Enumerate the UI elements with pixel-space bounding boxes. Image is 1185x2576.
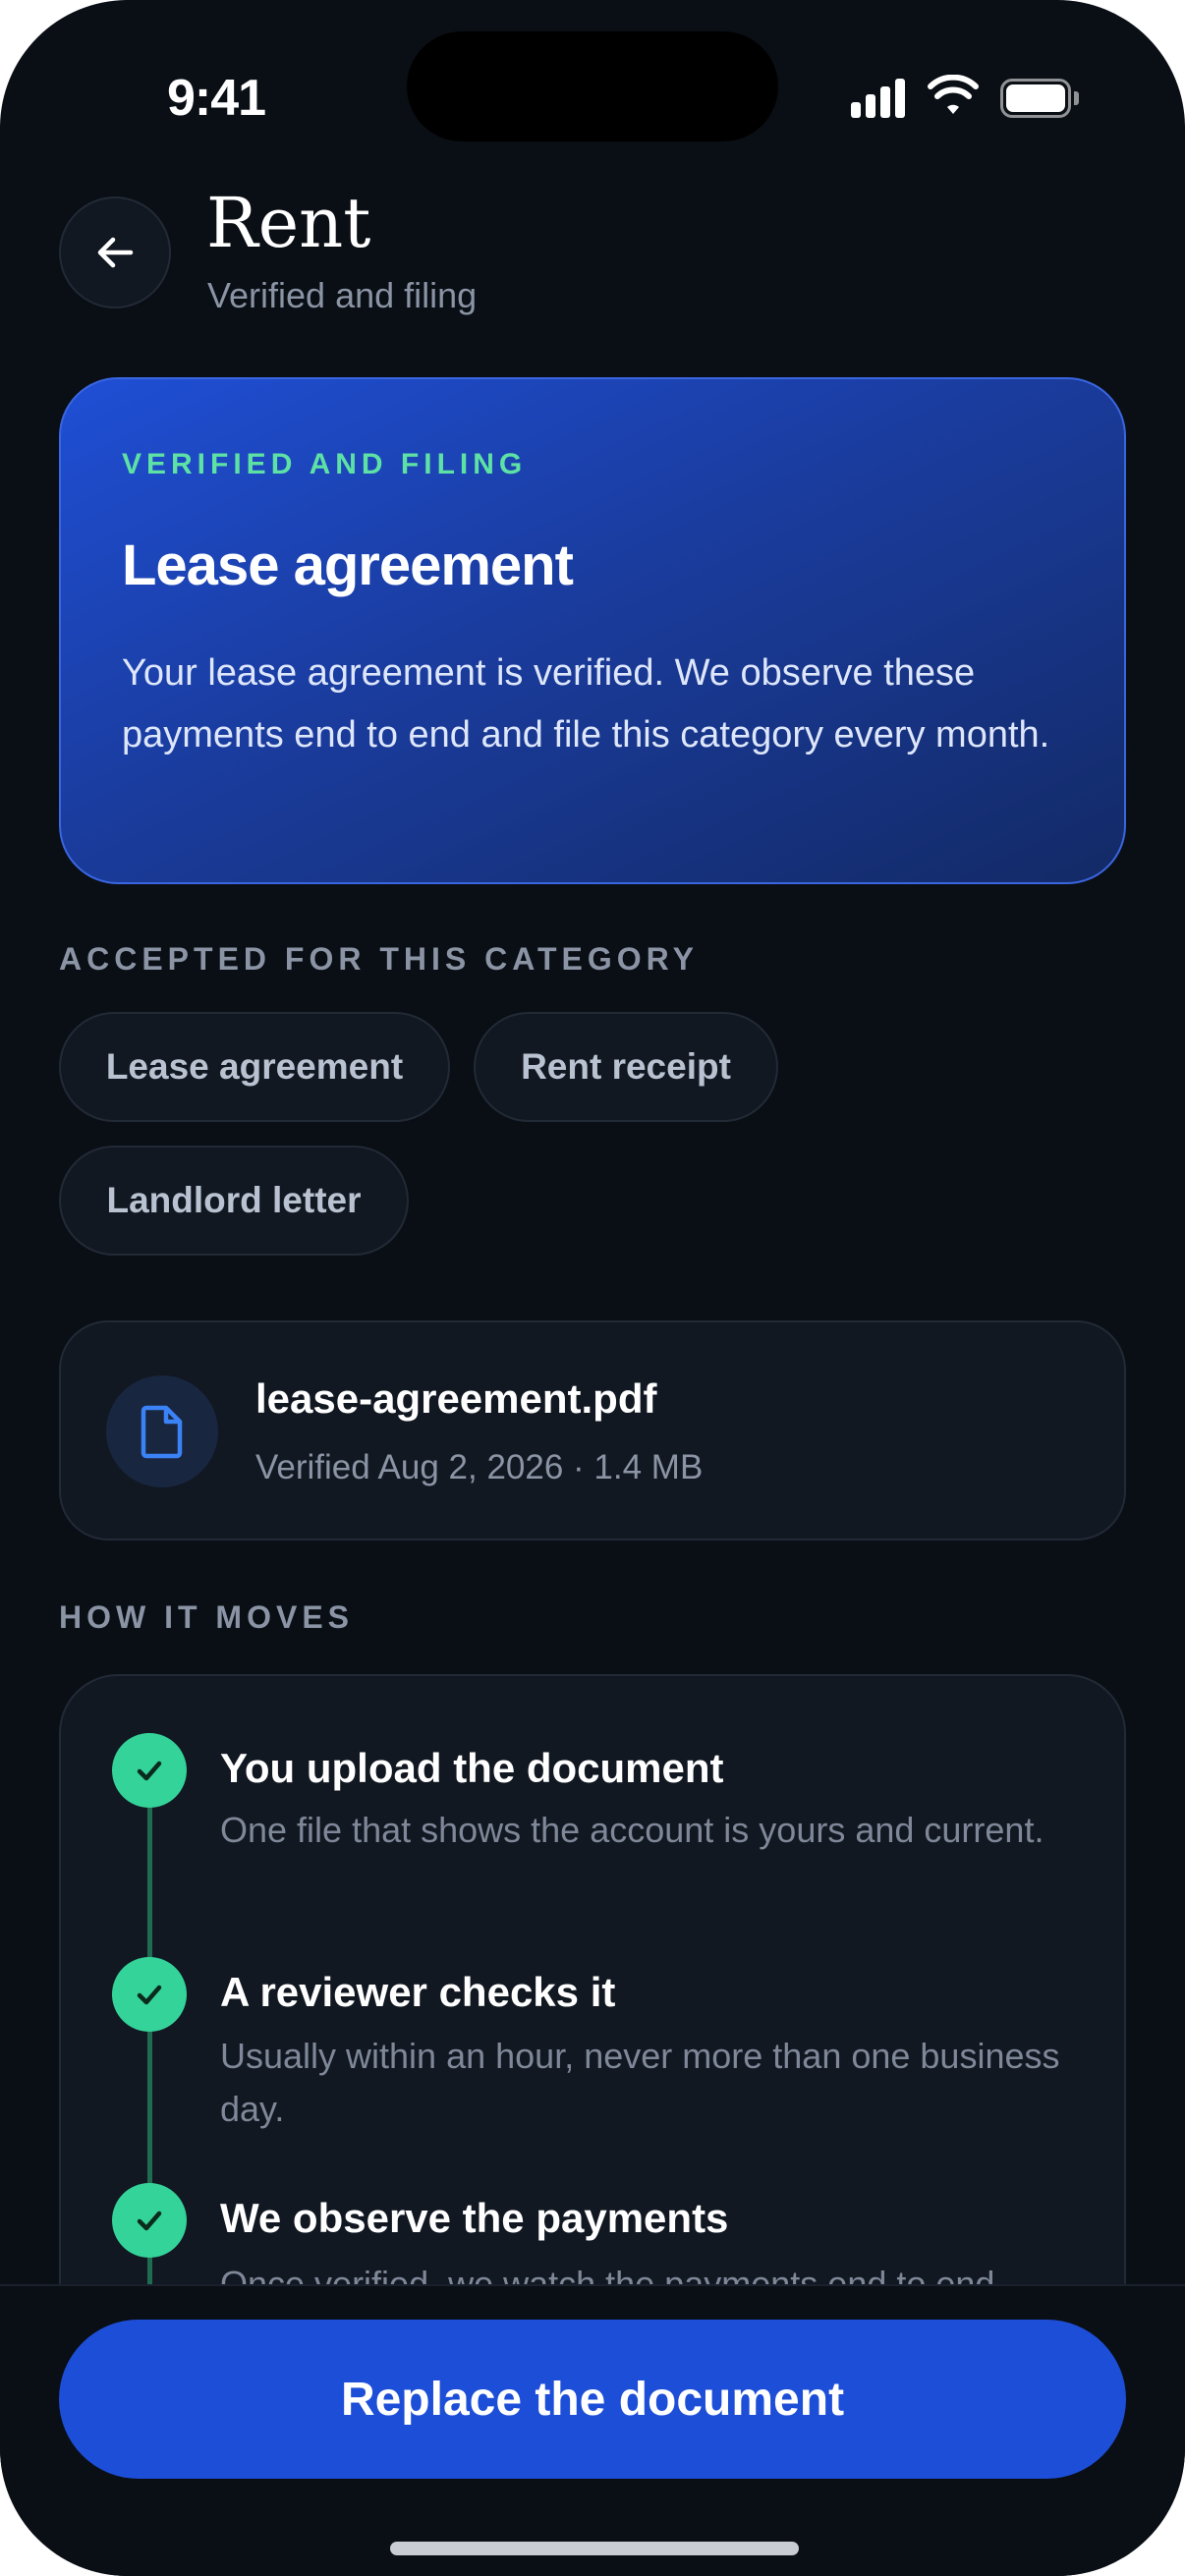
wifi-icon: [928, 75, 979, 114]
step-title: You upload the document: [220, 1745, 724, 1791]
hero-title: Lease agreement: [122, 533, 574, 597]
phone-screen: 9:41 Rent Verified and filing VERIFIED A…: [0, 0, 1185, 2576]
step-description: One file that shows the account is yours…: [220, 1810, 1044, 1850]
page-title: Rent: [206, 183, 371, 263]
home-indicator: [390, 2542, 799, 2555]
steps-card: You upload the document One file that sh…: [59, 1674, 1126, 2362]
page-subtitle: Verified and filing: [207, 275, 478, 315]
back-button[interactable]: [59, 196, 171, 308]
uploaded-file-card[interactable]: lease-agreement.pdf Verified Aug 2, 2026…: [59, 1320, 1126, 1540]
replace-document-button[interactable]: Replace the document: [59, 2320, 1126, 2479]
status-eyebrow: VERIFIED AND FILING: [122, 448, 528, 480]
chip-lease-agreement[interactable]: Lease agreement: [59, 1012, 450, 1122]
chip-landlord-letter[interactable]: Landlord letter: [59, 1146, 409, 1256]
status-time: 9:41: [167, 70, 266, 127]
hero-description: Your lease agreement is verified. We obs…: [122, 652, 1050, 756]
chip-rent-receipt[interactable]: Rent receipt: [474, 1012, 778, 1122]
file-meta: Verified Aug 2, 2026 · 1.4 MB: [255, 1448, 704, 1486]
file-name: lease-agreement.pdf: [255, 1375, 657, 1422]
document-icon: [106, 1375, 218, 1487]
arrow-left-icon: [97, 237, 134, 268]
check-icon: [112, 1957, 187, 2032]
check-icon: [112, 1733, 187, 1808]
check-icon: [112, 2183, 187, 2258]
accepted-section-label: ACCEPTED FOR THIS CATEGORY: [59, 941, 699, 977]
bottom-action-bar: Replace the document: [0, 2284, 1185, 2576]
dynamic-island: [407, 31, 778, 141]
step-title: A reviewer checks it: [220, 1969, 616, 2015]
step-title: We observe the payments: [220, 2195, 729, 2241]
cellular-signal-icon: [851, 79, 906, 118]
step-description: Usually within an hour, never more than …: [220, 2036, 1060, 2129]
status-hero-card: VERIFIED AND FILING Lease agreement Your…: [59, 377, 1126, 884]
battery-icon: [1000, 79, 1079, 118]
how-it-moves-label: HOW IT MOVES: [59, 1599, 354, 1635]
